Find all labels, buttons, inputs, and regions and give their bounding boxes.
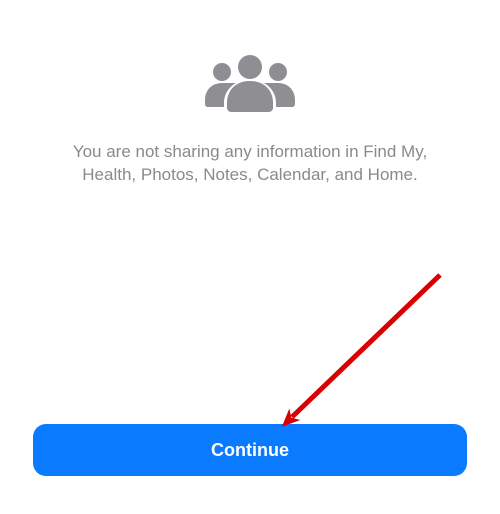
- sharing-status-message: You are not sharing any information in F…: [60, 141, 440, 187]
- sharing-info-panel: You are not sharing any information in F…: [0, 0, 500, 187]
- people-group-icon: [200, 48, 300, 117]
- continue-button[interactable]: Continue: [33, 424, 467, 476]
